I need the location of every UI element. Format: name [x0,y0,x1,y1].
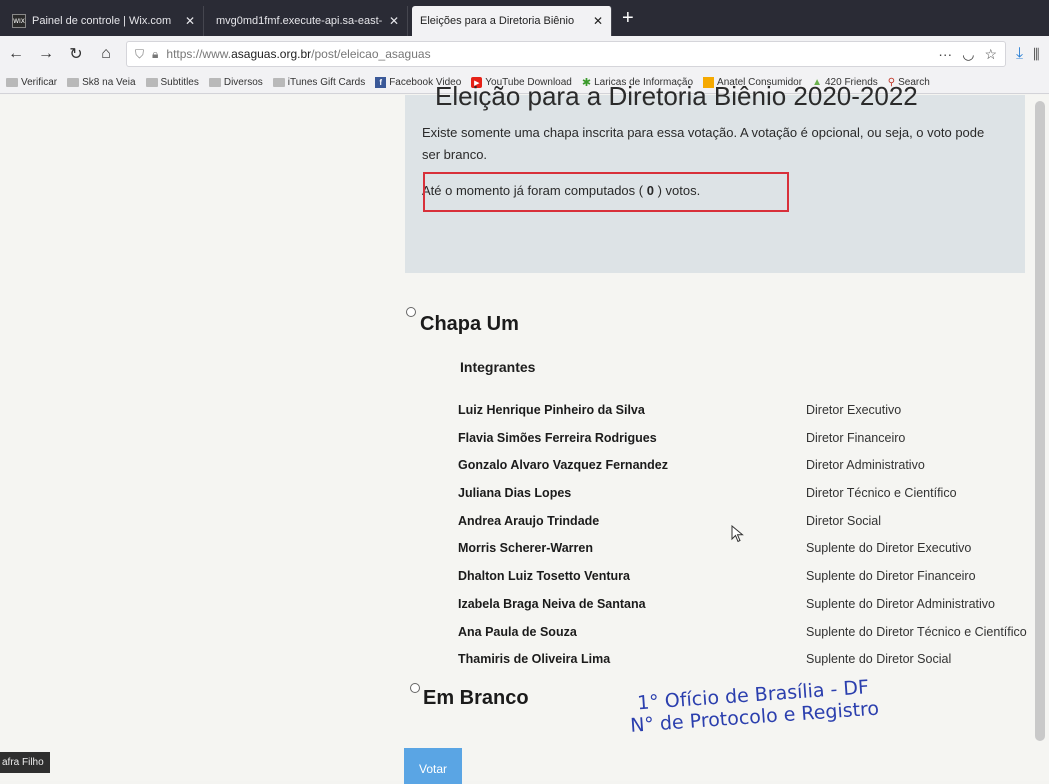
forward-icon[interactable]: → [36,45,56,63]
mouse-cursor-icon [731,525,744,543]
tab-bar: WIX Painel de controle | Wix.com ✕ mvg0m… [0,0,1049,36]
radio-chapa-um[interactable] [406,307,416,317]
member-row: Thamiris de Oliveira Lima Suplente do Dir… [458,652,1048,666]
folder-icon [67,78,80,87]
bookmark-diversos[interactable]: Diversos [208,77,263,88]
member-row: Luiz Henrique Pinheiro da Silva Diretor E… [458,403,1048,417]
tab-eleicoes[interactable]: Eleições para a Diretoria Biênio ✕ [412,6,612,36]
member-row: Morris Scherer-Warren Suplente do Diretor… [458,541,1048,555]
member-role: Diretor Social [806,514,882,528]
scrollbar[interactable] [1035,101,1045,741]
page-content: Eleição para a Diretoria Biênio 2020-202… [0,81,1049,784]
member-name: Juliana Dias Lopes [458,486,572,500]
member-name: Morris Scherer-Warren [458,541,593,555]
folder-icon [272,78,285,87]
library-icon[interactable]: ⫼ [1033,46,1039,63]
member-row: Andrea Araujo Trindade Diretor Social [458,514,1048,528]
bookmark-sk8-na-veia[interactable]: Sk8 na Veia [67,77,136,88]
election-title: Eleição para a Diretoria Biênio 2020-202… [435,81,918,111]
url-host: asaguas.org.br [231,47,312,61]
back-icon[interactable]: ← [6,45,26,63]
page-actions-icon[interactable]: ··· [938,46,952,63]
tab-wix[interactable]: WIX Painel de controle | Wix.com ✕ [4,6,204,36]
pocket-icon[interactable]: ◡ [962,46,974,63]
member-role: Suplente do Diretor Técnico e Científico [806,625,1027,639]
radio-em-branco[interactable] [410,683,420,693]
folder-icon [145,78,158,87]
em-branco-label: Em Branco [423,687,529,709]
url-text: https://www.asaguas.org.br/post/eleicao_… [166,47,930,61]
member-role: Diretor Financeiro [806,431,906,445]
url-prefix: https://www. [166,47,232,61]
member-name: Izabela Braga Neiva de Santana [458,597,646,611]
bookmark-label: Subtitles [160,77,199,88]
close-icon[interactable]: ✕ [389,14,399,28]
member-row: Ana Paula de Souza Suplente do Diretor Té… [458,625,1048,639]
address-bar[interactable]: ⛉ 🔒︎ https://www.asaguas.org.br/post/ele… [126,41,1006,67]
navigation-bar: ← → ↻ ⌂ ⛉ 🔒︎ https://www.asaguas.org.br/… [0,36,1049,72]
member-role: Diretor Técnico e Científico [806,486,957,500]
wix-icon: WIX [12,14,26,28]
bookmark-verificar[interactable]: Verificar [6,77,57,88]
member-name: Luiz Henrique Pinheiro da Silva [458,403,645,417]
member-name: Thamiris de Oliveira Lima [458,652,611,666]
member-role: Diretor Executivo [806,403,902,417]
member-name: Dhalton Luiz Tosetto Ventura [458,569,630,583]
folder-icon [6,78,18,87]
member-role: Suplente do Diretor Social [806,652,952,666]
folder-icon [208,78,221,87]
member-row: Juliana Dias Lopes Diretor Técnico e Cien… [458,486,1048,500]
bookmark-label: iTunes Gift Cards [287,77,366,88]
election-description: Existe somente uma chapa inscrita para e… [422,125,985,162]
bookmark-label: Diversos [223,77,263,88]
member-name: Andrea Araujo Trindade [458,514,600,528]
member-role: Suplente do Diretor Administrativo [806,597,995,611]
new-tab-button[interactable]: + [612,7,644,36]
facebook-icon: f [375,77,387,88]
registry-stamp: 1° Ofício de Brasília - DF N° de Protoco… [628,676,880,737]
bookmark-label: Verificar [21,77,58,88]
member-name: Gonzalo Alvaro Vazquez Fernandez [458,458,668,472]
bookmark-itunes-gift-cards[interactable]: iTunes Gift Cards [272,77,366,88]
reload-icon[interactable]: ↻ [66,44,86,64]
election-info-box: Eleição para a Diretoria Biênio 2020-202… [405,81,1025,273]
chapa-um-label: Chapa Um [420,313,519,335]
member-row: Izabela Braga Neiva de Santana Suplente d… [458,597,1048,611]
member-row: Flavia Simões Ferreira Rodrigues Diretor … [458,431,1048,445]
shield-icon: ⛉ [135,46,145,61]
tab-title: mvg0md1fmf.execute-api.sa-east- [216,15,383,27]
lock-icon: 🔒︎ [152,46,159,61]
close-icon[interactable]: ✕ [593,14,603,28]
home-icon[interactable]: ⌂ [96,45,116,63]
member-name: Flavia Simões Ferreira Rodrigues [458,431,657,445]
member-role: Diretor Administrativo [806,458,925,472]
member-role: Suplente do Diretor Executivo [806,541,972,555]
bookmark-label: Sk8 na Veia [82,77,136,88]
members-heading: Integrantes [460,359,536,375]
vote-button[interactable]: Votar [404,748,462,784]
member-name: Ana Paula de Souza [458,625,577,639]
highlight-box [423,172,789,212]
tab-title: Painel de controle | Wix.com [32,15,172,27]
tab-title: Eleições para a Diretoria Biênio [420,15,575,27]
bookmark-star-icon[interactable]: ☆ [984,46,997,63]
close-icon[interactable]: ✕ [185,14,195,28]
member-row: Dhalton Luiz Tosetto Ventura Suplente do … [458,569,1048,583]
tab-execute-api[interactable]: mvg0md1fmf.execute-api.sa-east- ✕ [208,6,408,36]
member-row: Gonzalo Alvaro Vazquez Fernandez Diretor … [458,458,1048,472]
user-name-label: afra Filho [0,752,50,773]
download-icon[interactable]: ⤓ [1016,45,1023,63]
url-path: /post/eleicao_asaguas [311,47,431,61]
bookmark-subtitles[interactable]: Subtitles [145,77,199,88]
member-role: Suplente do Diretor Financeiro [806,569,976,583]
